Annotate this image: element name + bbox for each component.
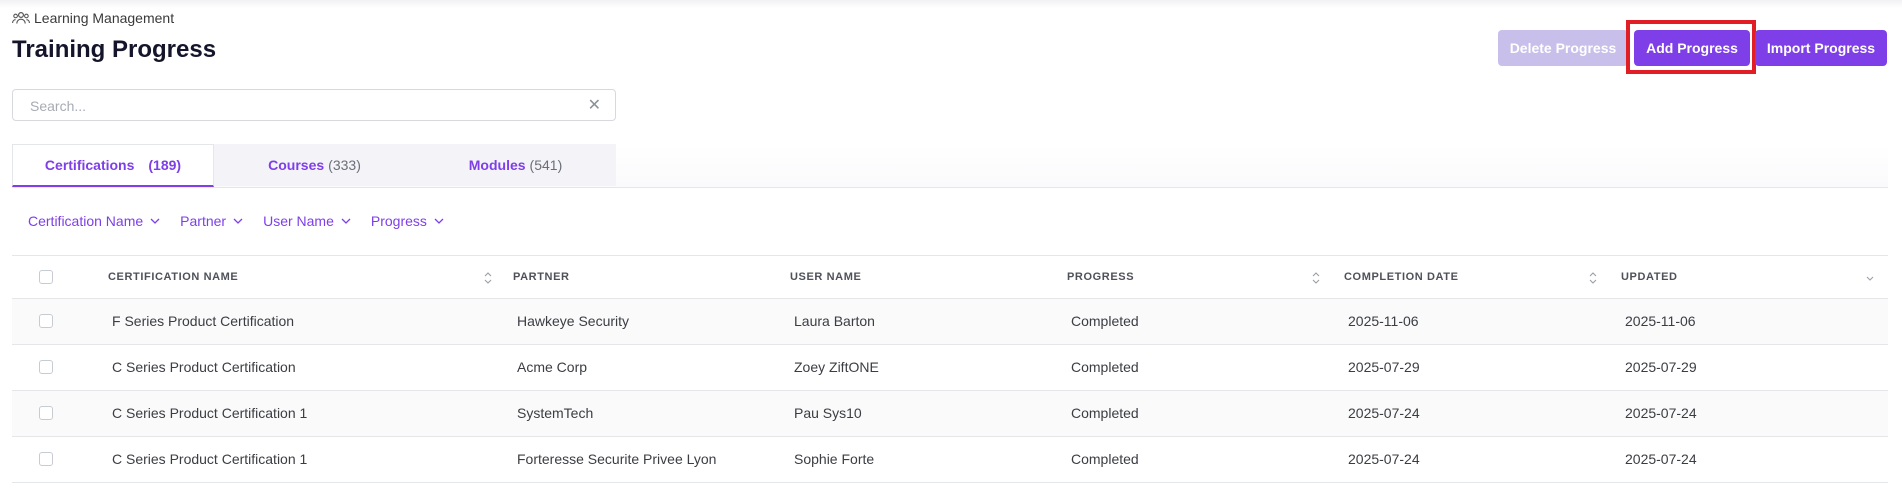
cell-progress: Completed bbox=[1071, 405, 1139, 421]
cell-completion-date: 2025-07-24 bbox=[1348, 451, 1420, 467]
sort-icon[interactable] bbox=[484, 271, 492, 285]
cell-partner: Forteresse Securite Privee Lyon bbox=[517, 451, 717, 467]
delete-progress-button[interactable]: Delete Progress bbox=[1498, 30, 1628, 66]
filter-progress[interactable]: Progress bbox=[371, 212, 444, 230]
tab-courses[interactable]: Courses (333) bbox=[214, 144, 415, 186]
breadcrumb-label[interactable]: Learning Management bbox=[34, 10, 174, 26]
cell-completion-date: 2025-07-24 bbox=[1348, 405, 1420, 421]
cell-updated: 2025-07-24 bbox=[1625, 405, 1697, 421]
tab-count: (189) bbox=[148, 157, 182, 173]
search-input[interactable] bbox=[28, 97, 592, 115]
table-row[interactable]: F Series Product Certification Hawkeye S… bbox=[12, 299, 1888, 345]
tab-count: (541) bbox=[529, 157, 563, 173]
filter-user-name[interactable]: User Name bbox=[263, 212, 351, 230]
cell-user-name: Zoey ZiftONE bbox=[794, 359, 879, 375]
cell-certification-name: C Series Product Certification 1 bbox=[112, 405, 308, 421]
row-checkbox[interactable] bbox=[39, 452, 53, 466]
cell-updated: 2025-11-06 bbox=[1625, 313, 1696, 329]
filter-label: Partner bbox=[180, 213, 227, 229]
tab-modules[interactable]: Modules (541) bbox=[415, 144, 616, 186]
chevron-down-icon bbox=[341, 218, 351, 224]
users-icon bbox=[12, 11, 30, 24]
cell-completion-date: 2025-07-29 bbox=[1348, 359, 1420, 375]
column-user-name[interactable]: USER NAME bbox=[790, 271, 861, 283]
column-certification-name[interactable]: CERTIFICATION NAME bbox=[108, 271, 238, 283]
chevron-down-icon[interactable] bbox=[1866, 271, 1874, 285]
add-progress-button[interactable]: Add Progress bbox=[1634, 30, 1750, 66]
cell-partner: Acme Corp bbox=[517, 359, 588, 375]
table-row[interactable]: C Series Product Certification Acme Corp… bbox=[12, 345, 1888, 391]
cell-certification-name: C Series Product Certification 1 bbox=[112, 451, 308, 467]
column-partner[interactable]: PARTNER bbox=[513, 271, 570, 283]
filter-certification-name[interactable]: Certification Name bbox=[28, 212, 160, 230]
table-row[interactable]: C Series Product Certification 1 Fortere… bbox=[12, 437, 1888, 483]
column-progress[interactable]: PROGRESS bbox=[1067, 271, 1134, 283]
row-checkbox[interactable] bbox=[39, 360, 53, 374]
progress-table: CERTIFICATION NAME PARTNER USER NAME PRO… bbox=[12, 255, 1888, 483]
clear-icon[interactable]: ✕ bbox=[588, 95, 601, 115]
cell-progress: Completed bbox=[1071, 451, 1139, 467]
filter-partner[interactable]: Partner bbox=[180, 212, 243, 230]
cell-updated: 2025-07-24 bbox=[1625, 451, 1697, 467]
cell-partner: Hawkeye Security bbox=[517, 313, 630, 329]
cell-certification-name: C Series Product Certification bbox=[112, 359, 296, 375]
table-row[interactable]: C Series Product Certification 1 SystemT… bbox=[12, 391, 1888, 437]
tab-count: (333) bbox=[328, 157, 361, 173]
filter-label: Progress bbox=[370, 213, 427, 229]
chevron-down-icon bbox=[434, 218, 444, 224]
row-checkbox[interactable] bbox=[39, 406, 53, 420]
top-shadow bbox=[0, 0, 1902, 8]
cell-user-name: Sophie Forte bbox=[794, 451, 875, 467]
cell-progress: Completed bbox=[1071, 313, 1139, 329]
tab-certifications[interactable]: Certifications (189) bbox=[12, 144, 214, 187]
cell-updated: 2025-07-29 bbox=[1625, 359, 1697, 375]
chevron-down-icon bbox=[150, 218, 160, 224]
chevron-down-icon bbox=[233, 218, 243, 224]
sort-icon[interactable] bbox=[1589, 271, 1597, 285]
filter-label: Certification Name bbox=[28, 213, 144, 229]
cell-completion-date: 2025-11-06 bbox=[1348, 313, 1419, 329]
search-box: ✕ bbox=[12, 89, 616, 121]
cell-user-name: Laura Barton bbox=[794, 313, 875, 329]
tab-label: Certifications bbox=[44, 157, 135, 173]
page-title: Training Progress bbox=[12, 36, 217, 63]
breadcrumb: Learning Management bbox=[12, 10, 174, 26]
cell-certification-name: F Series Product Certification bbox=[112, 313, 295, 329]
cell-partner: SystemTech bbox=[517, 405, 594, 421]
table-header: CERTIFICATION NAME PARTNER USER NAME PRO… bbox=[12, 255, 1888, 299]
column-completion-date[interactable]: COMPLETION DATE bbox=[1344, 271, 1459, 283]
column-updated[interactable]: UPDATED bbox=[1621, 271, 1678, 283]
tab-label: Courses bbox=[268, 157, 325, 173]
sort-icon[interactable] bbox=[1312, 271, 1320, 285]
cell-progress: Completed bbox=[1071, 359, 1139, 375]
cell-user-name: Pau Sys10 bbox=[794, 405, 862, 421]
import-progress-button[interactable]: Import Progress bbox=[1755, 30, 1887, 66]
filter-bar: Certification Name Partner User Name Pro… bbox=[28, 212, 444, 230]
tab-label: Modules bbox=[468, 157, 526, 173]
select-all-checkbox[interactable] bbox=[39, 270, 53, 284]
tab-bar: Certifications (189) Courses (333) Modul… bbox=[12, 144, 1888, 188]
row-checkbox[interactable] bbox=[39, 314, 53, 328]
filter-label: User Name bbox=[263, 213, 334, 229]
